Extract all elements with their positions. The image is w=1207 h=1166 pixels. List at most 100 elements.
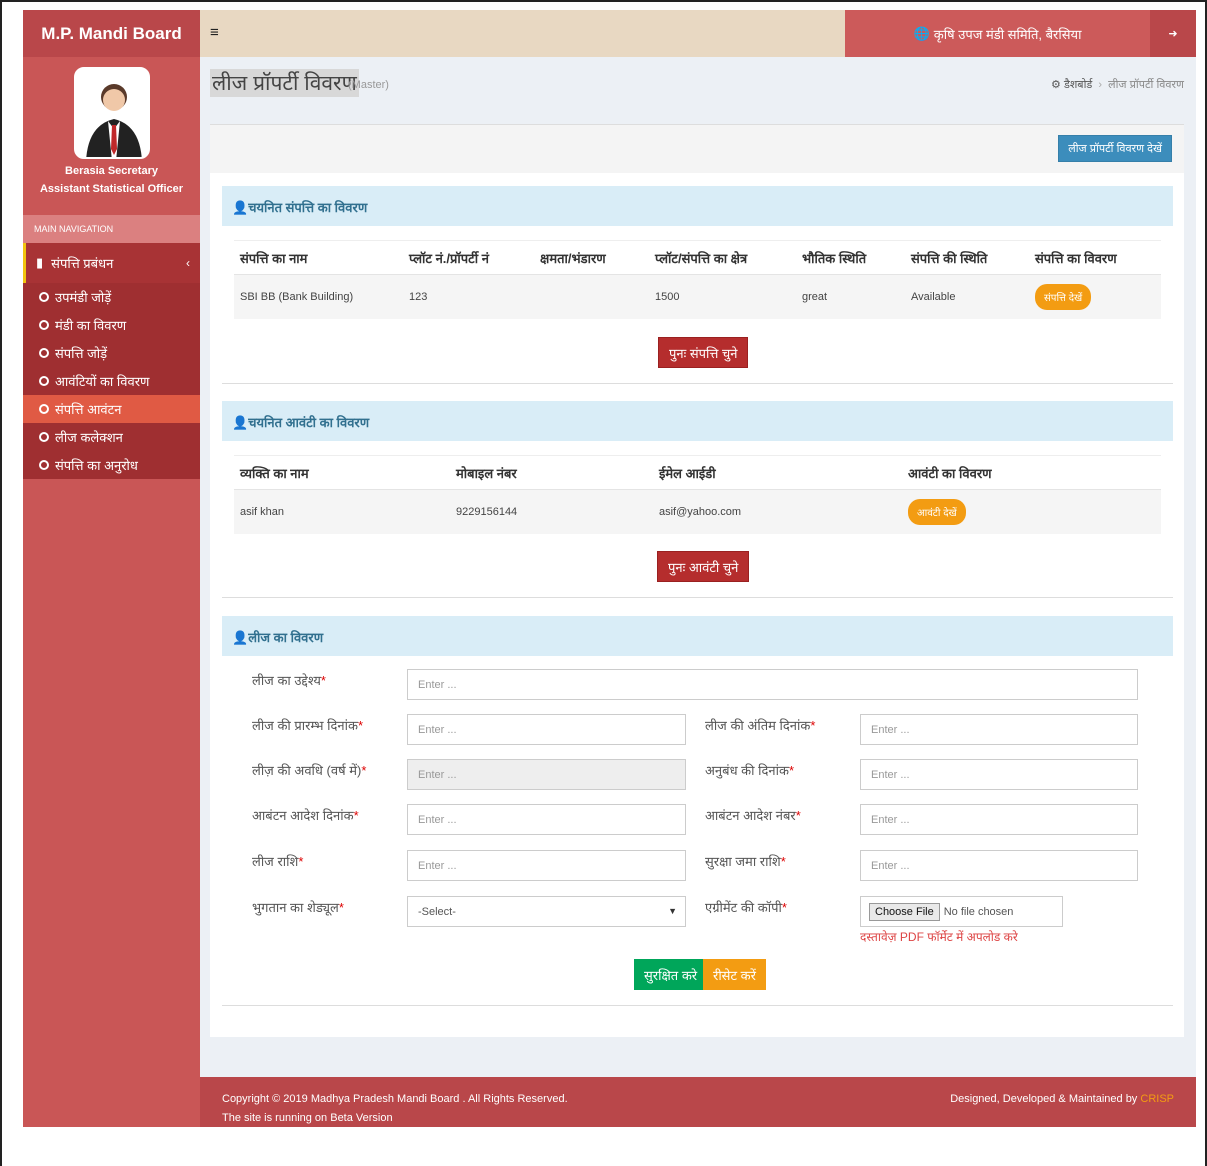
hamburger-menu-icon[interactable]: ≡ (210, 24, 219, 41)
cell-plot-no: 123 (403, 274, 534, 319)
sidebar-item-label: संपत्ति जोड़ें (55, 346, 108, 361)
view-lease-property-button[interactable]: लीज प्रॉपर्टी विवरण देखें (1058, 135, 1172, 162)
lease-purpose-input[interactable]: Enter ... (407, 669, 1138, 700)
sidebar-item-add-property[interactable]: संपत्ति जोड़ें (23, 339, 200, 367)
sidebar-nav: ▮ संपत्ति प्रबंधन ‹ उपमंडी जोड़ें मंडी क… (23, 243, 200, 479)
col-details: संपत्ति का विवरण (1029, 240, 1161, 275)
sidebar-item-label: लीज कलेक्शन (55, 430, 123, 445)
choose-file-button[interactable]: Choose File (869, 902, 940, 921)
user-icon: 👤 (232, 415, 249, 430)
sidebar: Berasia Secretary Assistant Statistical … (23, 57, 200, 1127)
lease-amount-label: लीज राशि* (252, 854, 304, 869)
cell-area: 1500 (649, 274, 796, 319)
sidebar-item-add-submandi[interactable]: उपमंडी जोड़ें (23, 283, 200, 311)
view-property-button[interactable]: संपत्ति देखें (1035, 283, 1092, 310)
allotment-order-no-label: आबंटन आदेश नंबर* (705, 808, 801, 823)
sidebar-item-property-management[interactable]: ▮ संपत्ति प्रबंधन ‹ (23, 243, 200, 283)
building-icon: ▮ (36, 255, 44, 270)
property-section-header: 👤चयनित संपत्ति का विवरण (222, 186, 1173, 226)
col-plot-no: प्लॉट नं./प्रॉपर्टी नं (403, 240, 534, 275)
save-button[interactable]: सुरक्षित करे (634, 959, 708, 990)
property-section-title: चयनित संपत्ति का विवरण (248, 200, 368, 215)
user-icon: 👤 (232, 630, 249, 645)
credits: Designed, Developed & Maintained by CRIS… (950, 1093, 1174, 1105)
main-content: लीज प्रॉपर्टी विवरण (Master) ⚙ डैशबोर्ड … (200, 57, 1196, 1077)
file-status: No file chosen (943, 905, 1014, 918)
user-panel: Berasia Secretary Assistant Statistical … (23, 57, 200, 215)
agreement-date-input[interactable]: Enter ... (860, 759, 1138, 790)
lease-section-title: लीज का विवरण (248, 630, 324, 645)
allottee-section-title: चयनित आवंटी का विवरण (248, 415, 370, 430)
col-capacity: क्षमता/भंडारण (534, 240, 649, 275)
sidebar-item-allottees[interactable]: आवंटियों का विवरण (23, 367, 200, 395)
circle-icon (39, 460, 49, 470)
cell-details: संपत्ति देखें (1029, 274, 1161, 319)
lease-section-header: 👤लीज का विवरण (222, 616, 1173, 656)
breadcrumb: ⚙ डैशबोर्ड › लीज प्रॉपर्टी विवरण (1051, 77, 1184, 92)
sidebar-item-label: संपत्ति आवंटन (55, 402, 122, 417)
page-title: लीज प्रॉपर्टी विवरण (210, 69, 359, 97)
col-allottee-details: आवंटी का विवरण (902, 455, 1161, 490)
sidebar-item-label: मंडी का विवरण (55, 318, 127, 333)
lease-end-date-label: लीज की अंतिम दिनांक* (705, 718, 816, 733)
allottee-section-header: 👤चयनित आवंटी का विवरण (222, 401, 1173, 441)
reset-button[interactable]: रीसेट करें (703, 959, 766, 990)
payment-schedule-label: भुगतान का शेड्यूल* (252, 900, 344, 915)
cell-allottee-details: आवंटी देखें (902, 489, 1161, 534)
security-deposit-label: सुरक्षा जमा राशि* (705, 854, 786, 869)
lease-start-date-input[interactable]: Enter ... (407, 714, 686, 745)
designed-by-text: Designed, Developed & Maintained by (950, 1093, 1138, 1105)
lease-amount-input[interactable]: Enter ... (407, 850, 686, 881)
col-condition: भौतिक स्थिति (796, 240, 905, 275)
reselect-property-button[interactable]: पुनः संपत्ति चुने (658, 337, 749, 368)
breadcrumb-separator: › (1098, 79, 1103, 91)
sidebar-item-lease-collection[interactable]: लीज कलेक्शन (23, 423, 200, 451)
view-allottee-button[interactable]: आवंटी देखें (908, 498, 966, 525)
allotment-order-no-input[interactable]: Enter ... (860, 804, 1138, 835)
user-name: Berasia Secretary (65, 165, 158, 177)
user-role: Assistant Statistical Officer (39, 183, 184, 195)
sidebar-parent-label: संपत्ति प्रबंधन (51, 256, 114, 271)
content-box: लीज प्रॉपर्टी विवरण देखें 👤चयनित संपत्ति… (210, 124, 1184, 1037)
col-status: संपत्ति की स्थिति (905, 240, 1029, 275)
globe-icon: 🌐 (913, 25, 930, 41)
top-bar: ≡ 🌐 कृषि उपज मंडी समिति, बैरसिया ➜ (200, 10, 1196, 57)
col-mobile: मोबाइल नंबर (450, 455, 653, 490)
app: M.P. Mandi Board ≡ 🌐 कृषि उपज मंडी समिति… (23, 10, 1196, 1127)
agreement-file-input[interactable]: Choose File No file chosen (860, 896, 1063, 927)
lease-end-date-input[interactable]: Enter ... (860, 714, 1138, 745)
lease-purpose-label: लीज का उद्देश्य* (252, 673, 326, 688)
sidebar-item-property-request[interactable]: संपत्ति का अनुरोध (23, 451, 200, 479)
chevron-left-icon: ‹ (186, 256, 190, 270)
cell-status: Available (905, 274, 1029, 319)
logout-icon: ➜ (1168, 28, 1178, 40)
file-hint: दस्तावेज़ PDF फॉर्मेट में अपलोड करे (860, 930, 1018, 944)
sidebar-item-label: आवंटियों का विवरण (55, 374, 150, 389)
org-name-box[interactable]: 🌐 कृषि उपज मंडी समिति, बैरसिया (845, 10, 1150, 57)
security-deposit-input[interactable]: Enter ... (860, 850, 1138, 881)
sidebar-item-label: उपमंडी जोड़ें (55, 290, 112, 305)
circle-icon (39, 376, 49, 386)
logo-text: M.P. Mandi Board (41, 23, 182, 43)
circle-icon (39, 320, 49, 330)
circle-icon (39, 432, 49, 442)
col-email: ईमेल आईडी (653, 455, 902, 490)
app-logo[interactable]: M.P. Mandi Board (23, 10, 200, 57)
property-table: संपत्ति का नाम प्लॉट नं./प्रॉपर्टी नं क्… (234, 240, 1161, 319)
divider (222, 597, 1173, 598)
cell-property-name: SBI BB (Bank Building) (234, 274, 403, 319)
allotment-order-date-input[interactable]: Enter ... (407, 804, 686, 835)
agreement-date-label: अनुबंध की दिनांक* (705, 763, 795, 778)
logout-button[interactable]: ➜ (1150, 10, 1196, 57)
circle-icon (39, 292, 49, 302)
crisp-link[interactable]: CRISP (1140, 1093, 1174, 1105)
user-icon: 👤 (232, 200, 249, 215)
breadcrumb-home[interactable]: डैशबोर्ड (1064, 79, 1092, 91)
reselect-allottee-button[interactable]: पुनः आवंटी चुने (657, 551, 750, 582)
sidebar-item-property-allotment[interactable]: संपत्ति आवंटन (23, 395, 200, 423)
cell-mobile: 9229156144 (450, 489, 653, 534)
sidebar-item-mandi-details[interactable]: मंडी का विवरण (23, 311, 200, 339)
payment-schedule-select[interactable]: -Select- ▼ (407, 896, 686, 927)
cell-condition: great (796, 274, 905, 319)
circle-icon (39, 404, 49, 414)
